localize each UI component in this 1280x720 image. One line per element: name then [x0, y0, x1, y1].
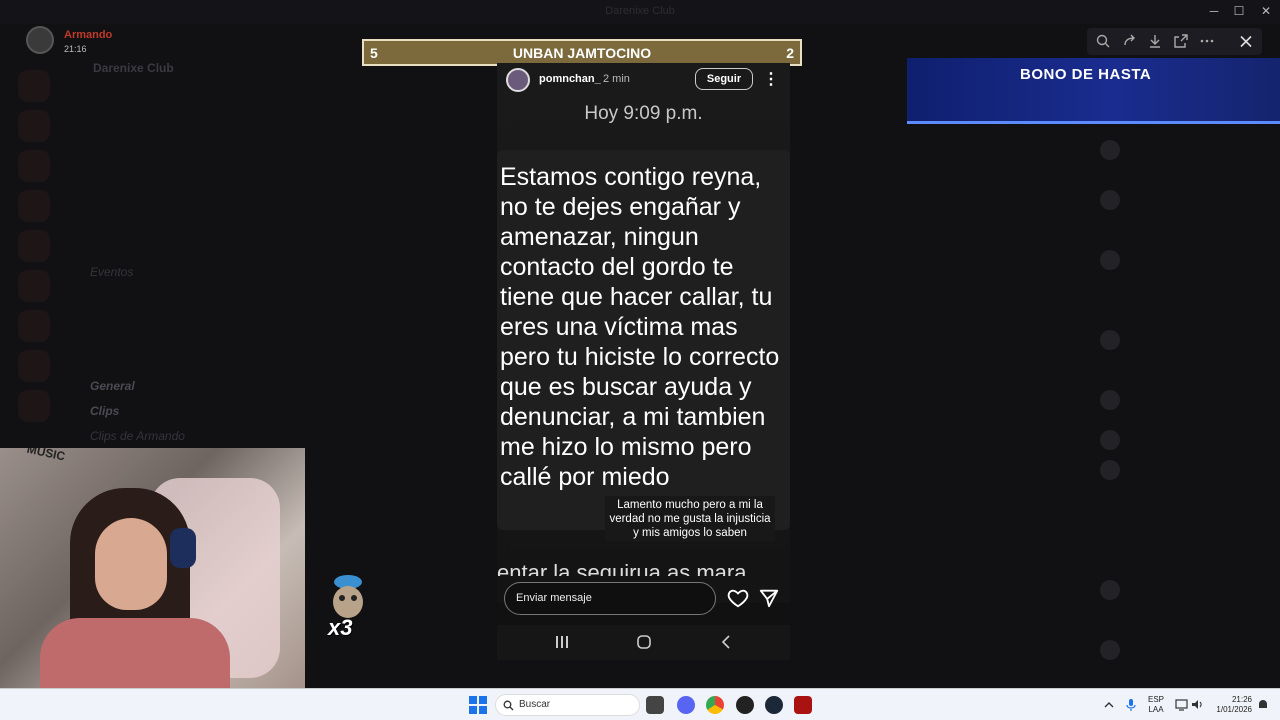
minimize-button[interactable]: ─ [1204, 4, 1224, 18]
message-date: Hoy 9:09 p.m. [584, 103, 703, 124]
chrome-icon[interactable] [706, 696, 724, 714]
banner-title: UNBAN JAMTOCINO [512, 45, 652, 61]
app-icon[interactable] [794, 696, 812, 714]
story-overflow-text: entar la sequirua as mara [497, 562, 747, 576]
member-avatar[interactable] [1100, 190, 1120, 210]
streamer-face [95, 518, 167, 610]
promo-banner: BONO DE HASTA [907, 58, 1280, 124]
emote-multiplier: x3 [328, 615, 353, 640]
microphone-icon[interactable] [1125, 698, 1137, 712]
maximize-button[interactable]: ☐ [1229, 4, 1249, 18]
member-avatar[interactable] [1100, 330, 1120, 350]
download-icon[interactable] [1147, 33, 1163, 49]
taskbar: Buscar ESP LAA 21:26 1/01/2026 [0, 688, 1280, 720]
server-icon[interactable] [18, 70, 50, 102]
streamer-shirt [40, 618, 230, 688]
lang-code: ESP [1148, 695, 1165, 704]
subathon-banner: 5 UNBAN JAMTOCINO 2 [362, 39, 802, 66]
member-avatar[interactable] [1100, 430, 1120, 450]
follow-button[interactable]: Seguir [695, 68, 753, 90]
send-icon[interactable] [758, 587, 780, 609]
member-avatar[interactable] [1100, 250, 1120, 270]
member-avatar[interactable] [1100, 390, 1120, 410]
clock-time: 21:26 [1231, 695, 1252, 704]
zoom-icon[interactable] [1095, 33, 1111, 49]
webcam-banner: MUSIC [25, 448, 67, 464]
server-icon[interactable] [18, 350, 50, 382]
member-avatar[interactable] [1100, 460, 1120, 480]
server-icon[interactable] [18, 190, 50, 222]
story-avatar[interactable] [506, 68, 530, 92]
close-button[interactable]: ✕ [1256, 4, 1276, 18]
discord-icon[interactable] [677, 696, 695, 714]
chevron-up-icon[interactable] [1103, 699, 1115, 711]
user-time: 21:16 [64, 44, 87, 54]
forward-icon[interactable] [1122, 33, 1138, 49]
server-name[interactable]: Darenixe Club [93, 61, 174, 75]
lang-layout: LAA [1148, 705, 1164, 714]
avatar[interactable] [26, 26, 54, 54]
channel-item[interactable]: General [90, 379, 135, 393]
volume-icon[interactable] [1191, 698, 1204, 711]
server-icon[interactable] [18, 390, 50, 422]
member-avatar[interactable] [1100, 140, 1120, 160]
chat-area [290, 55, 500, 615]
server-icon[interactable] [18, 110, 50, 142]
banner-right-count: 2 [786, 45, 794, 61]
system-clock[interactable]: 21:26 1/01/2026 [1210, 695, 1252, 715]
network-icon[interactable] [1175, 698, 1188, 711]
member-avatar[interactable] [1100, 640, 1120, 660]
channel-sidebar: Darenixe Club Eventos General Clips Clip… [60, 55, 285, 445]
taskbar-search[interactable]: Buscar [495, 694, 640, 716]
close-icon[interactable] [1232, 28, 1260, 55]
headphone-icon [170, 528, 196, 568]
member-avatar[interactable] [1100, 580, 1120, 600]
reply-input[interactable]: Enviar mensaje [504, 582, 716, 615]
heart-icon[interactable] [727, 587, 749, 609]
more-options-icon[interactable]: ⋮ [763, 69, 779, 89]
channel-item[interactable]: Eventos [90, 265, 133, 279]
channel-item[interactable]: Clips de Armando [90, 429, 185, 443]
obs-icon[interactable] [736, 696, 754, 714]
app-titlebar: Darenixe Club ─ ☐ ✕ [0, 0, 1280, 24]
channel-item[interactable]: Clips [90, 404, 119, 418]
open-external-icon[interactable] [1173, 33, 1189, 49]
message-text: Estamos contigo reyna, no te dejes engañ… [500, 163, 780, 491]
server-icon[interactable] [18, 230, 50, 262]
story-username[interactable]: pomnchan_ [539, 73, 601, 85]
notification-bell-icon[interactable] [1257, 698, 1269, 712]
search-icon [503, 700, 514, 711]
android-nav-bar [497, 625, 790, 660]
story-caption: Lamento mucho pero a mi la verdad no me … [605, 496, 775, 542]
server-icon[interactable] [18, 150, 50, 182]
story-image: pomnchan_ 2 min Seguir ⋮ Hoy 9:09 p.m. E… [497, 63, 790, 603]
story-viewer: pomnchan_ 2 min Seguir ⋮ Hoy 9:09 p.m. E… [497, 63, 790, 660]
story-age: 2 min [603, 73, 630, 85]
member-list [1090, 130, 1270, 660]
input-language[interactable]: ESP LAA [1148, 695, 1164, 715]
webcam-feed: MUSIC [0, 448, 305, 688]
steam-icon[interactable] [765, 696, 783, 714]
server-list [18, 60, 54, 450]
back-icon[interactable] [719, 635, 733, 649]
task-view-icon[interactable] [646, 696, 664, 714]
more-icon[interactable] [1199, 33, 1215, 49]
home-icon[interactable] [636, 634, 652, 650]
clock-date: 1/01/2026 [1216, 705, 1252, 714]
server-icon[interactable] [18, 270, 50, 302]
windows-start-icon[interactable] [469, 696, 487, 714]
promo-text: BONO DE HASTA [1020, 66, 1152, 83]
window-title: Darenixe Club [605, 5, 675, 17]
server-icon[interactable] [18, 310, 50, 342]
recents-icon[interactable] [555, 635, 569, 649]
user-name: Armando [64, 29, 113, 41]
message-bubble: Estamos contigo reyna, no te dejes engañ… [497, 150, 790, 530]
